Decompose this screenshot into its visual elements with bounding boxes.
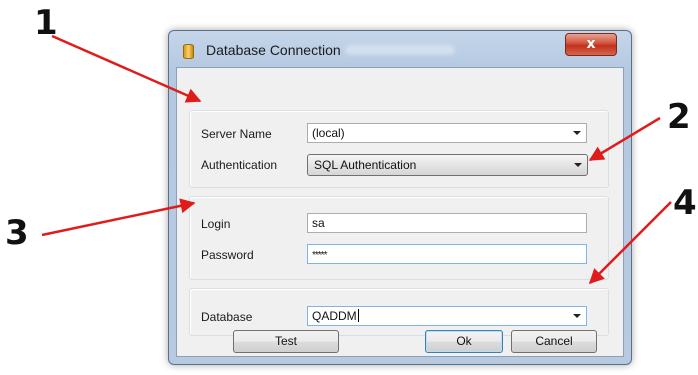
chevron-down-icon[interactable] (573, 131, 581, 135)
close-button[interactable]: x (565, 33, 617, 56)
text-cursor (357, 309, 359, 322)
password-label: Password (201, 248, 254, 262)
title-bar-blur (345, 45, 455, 55)
callout-number-4: 4 (673, 183, 697, 223)
server-name-value: (local) (312, 126, 345, 140)
database-icon (183, 44, 194, 59)
database-value: QADDM (312, 309, 357, 323)
server-group (189, 110, 609, 188)
dialog-client-area: Server Name (local) Authentication SQL A… (176, 67, 624, 357)
callout-number-3: 3 (5, 213, 29, 253)
server-name-label: Server Name (201, 127, 272, 141)
authentication-label: Authentication (201, 158, 278, 172)
ok-button[interactable]: Ok (425, 330, 503, 353)
password-value: ***** (312, 250, 328, 261)
chevron-down-icon[interactable] (574, 163, 582, 167)
login-field[interactable]: sa (307, 213, 587, 233)
password-field[interactable]: ***** (307, 244, 587, 264)
window-title: Database Connection (206, 42, 341, 58)
authentication-value: SQL Authentication (314, 158, 417, 172)
callout-number-2: 2 (667, 97, 691, 137)
login-label: Login (201, 217, 231, 231)
login-value: sa (312, 216, 325, 230)
title-bar[interactable]: Database Connection x (169, 31, 631, 67)
database-label: Database (201, 310, 253, 324)
server-name-combobox[interactable]: (local) (307, 123, 587, 143)
credentials-group (189, 196, 609, 280)
chevron-down-icon[interactable] (573, 314, 581, 318)
close-icon: x (586, 36, 596, 52)
callout-number-1: 1 (34, 3, 58, 43)
test-button[interactable]: Test (233, 330, 339, 353)
authentication-dropdown[interactable]: SQL Authentication (307, 154, 588, 176)
database-connection-dialog: Database Connection x Server Name (local… (168, 30, 632, 365)
database-combobox[interactable]: QADDM (307, 306, 587, 326)
cancel-button[interactable]: Cancel (511, 330, 597, 353)
